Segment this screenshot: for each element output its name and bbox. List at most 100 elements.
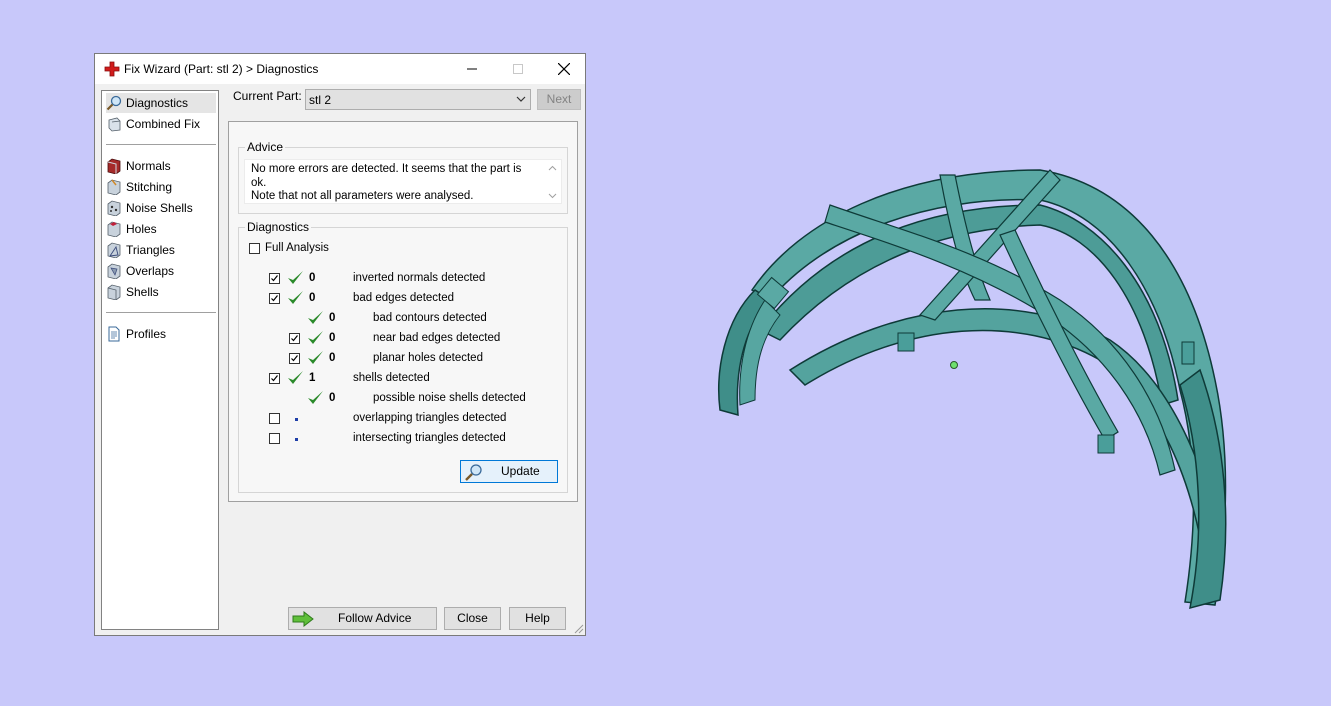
ok-check-icon: [308, 391, 323, 404]
current-part-value: stl 2: [309, 93, 332, 107]
bad-contours-count: 0: [329, 312, 336, 324]
green-arrow-icon: [292, 611, 314, 627]
magnifier-icon: [106, 95, 122, 111]
shells-count: 1: [309, 372, 316, 384]
overlaps-icon: [107, 263, 121, 279]
stl-model: [718, 169, 1227, 610]
planar-holes-label: planar holes detected: [373, 352, 483, 364]
near-bad-edges-label: near bad edges detected: [373, 332, 501, 344]
noise-shells-label: possible noise shells detected: [373, 392, 526, 404]
sidebar-item-stitching[interactable]: Stitching: [106, 177, 216, 197]
shells-icon: [107, 284, 121, 300]
sidebar-item-overlaps[interactable]: Overlaps: [106, 261, 216, 281]
wizard-sidebar: Diagnostics Combined Fix Normals Stitchi…: [101, 90, 219, 630]
profiles-icon: [108, 326, 120, 342]
sidebar-item-diagnostics[interactable]: Diagnostics: [106, 93, 216, 113]
resize-grip-icon[interactable]: [574, 624, 584, 634]
inverted-normals-label: inverted normals detected: [353, 272, 486, 284]
advice-group: Advice No more errors are detected. It s…: [238, 140, 568, 214]
sidebar-item-holes[interactable]: Holes: [106, 219, 216, 239]
follow-advice-label: Follow Advice: [338, 611, 412, 625]
inverted-normals-checkbox[interactable]: [269, 273, 280, 284]
advice-text: No more errors are detected. It seems th…: [251, 163, 536, 204]
checkmark-icon: [271, 275, 278, 282]
bad-contours-label: bad contours detected: [373, 312, 487, 324]
sidebar-item-label: Shells: [126, 285, 159, 299]
update-button[interactable]: Update: [460, 460, 558, 483]
overlapping-triangles-label: overlapping triangles detected: [353, 412, 507, 424]
sidebar-item-label: Stitching: [126, 180, 173, 194]
sidebar-item-label: Holes: [126, 222, 157, 236]
bad-edges-checkbox[interactable]: [269, 293, 280, 304]
not-analysed-dot-icon: [295, 438, 298, 441]
overlapping-triangles-checkbox[interactable]: [269, 413, 280, 424]
sidebar-item-label: Normals: [126, 159, 171, 173]
shells-checkbox[interactable]: [269, 373, 280, 384]
ok-check-icon: [308, 351, 323, 364]
close-button[interactable]: Close: [444, 607, 501, 630]
not-analysed-dot-icon: [295, 418, 298, 421]
intersecting-triangles-checkbox[interactable]: [269, 433, 280, 444]
sidebar-divider: [106, 312, 216, 313]
close-icon: [558, 63, 570, 75]
advice-line-1: No more errors are detected. It seems th…: [251, 163, 522, 189]
near-bad-edges-checkbox[interactable]: [289, 333, 300, 344]
update-label: Update: [501, 464, 540, 478]
stitching-icon: [107, 179, 121, 195]
inverted-normals-count: 0: [309, 272, 316, 284]
planar-holes-count: 0: [329, 352, 336, 364]
chevron-down-icon: [516, 96, 526, 102]
sidebar-item-shells[interactable]: Shells: [106, 282, 216, 302]
close-window-button[interactable]: [541, 54, 587, 84]
maximize-button[interactable]: [495, 54, 541, 84]
current-part-select[interactable]: stl 2: [305, 89, 531, 110]
sidebar-divider: [106, 144, 216, 145]
advice-line-2: Note that not all parameters were analys…: [251, 190, 474, 202]
sidebar-item-label: Combined Fix: [126, 117, 201, 131]
ok-check-icon: [308, 331, 323, 344]
bad-edges-count: 0: [309, 292, 316, 304]
window-title: Fix Wizard (Part: stl 2) > Diagnostics: [124, 62, 319, 76]
advice-title: Advice: [245, 140, 286, 154]
checkmark-icon: [271, 295, 278, 302]
viewport-3d[interactable]: [600, 0, 1331, 706]
advice-scrollbar[interactable]: [544, 160, 561, 203]
advice-textbox: No more errors are detected. It seems th…: [244, 159, 562, 204]
diagnostics-panel: Advice No more errors are detected. It s…: [228, 121, 578, 502]
planar-holes-checkbox[interactable]: [289, 353, 300, 364]
scroll-down-icon: [548, 193, 557, 199]
sidebar-item-label: Noise Shells: [126, 201, 193, 215]
sidebar-item-triangles[interactable]: Triangles: [106, 240, 216, 260]
sidebar-item-combined-fix[interactable]: Combined Fix: [106, 114, 216, 134]
sidebar-item-noise-shells[interactable]: Noise Shells: [106, 198, 216, 218]
help-button[interactable]: Help: [509, 607, 566, 630]
follow-advice-button[interactable]: Follow Advice: [288, 607, 437, 630]
title-bar[interactable]: Fix Wizard (Part: stl 2) > Diagnostics: [95, 54, 585, 84]
full-analysis-checkbox[interactable]: [249, 243, 260, 254]
noise-shells-count: 0: [329, 392, 336, 404]
diagnostics-title: Diagnostics: [245, 220, 312, 234]
red-cross-icon: [104, 61, 120, 77]
current-part-label: Current Part:: [233, 89, 302, 103]
ok-check-icon: [288, 291, 303, 304]
checkmark-icon: [271, 375, 278, 382]
diagnostics-group: Diagnostics Full Analysis 0 inverted nor…: [238, 220, 568, 493]
sidebar-item-normals[interactable]: Normals: [106, 156, 216, 176]
magnifier-icon: [465, 464, 482, 481]
sidebar-item-profiles[interactable]: Profiles: [106, 324, 216, 344]
sidebar-item-label: Overlaps: [126, 264, 175, 278]
sidebar-item-label: Profiles: [126, 327, 167, 341]
noise-shells-icon: [107, 200, 121, 216]
checkmark-icon: [291, 355, 298, 362]
intersecting-triangles-label: intersecting triangles detected: [353, 432, 506, 444]
scroll-up-icon: [548, 165, 557, 171]
near-bad-edges-count: 0: [329, 332, 336, 344]
full-analysis-label: Full Analysis: [265, 242, 329, 254]
sidebar-item-label: Triangles: [126, 243, 175, 257]
bad-edges-label: bad edges detected: [353, 292, 455, 304]
minimize-button[interactable]: [449, 54, 495, 84]
ok-check-icon: [288, 371, 303, 384]
next-button[interactable]: Next: [537, 89, 581, 110]
checkmark-icon: [291, 335, 298, 342]
ok-check-icon: [288, 271, 303, 284]
